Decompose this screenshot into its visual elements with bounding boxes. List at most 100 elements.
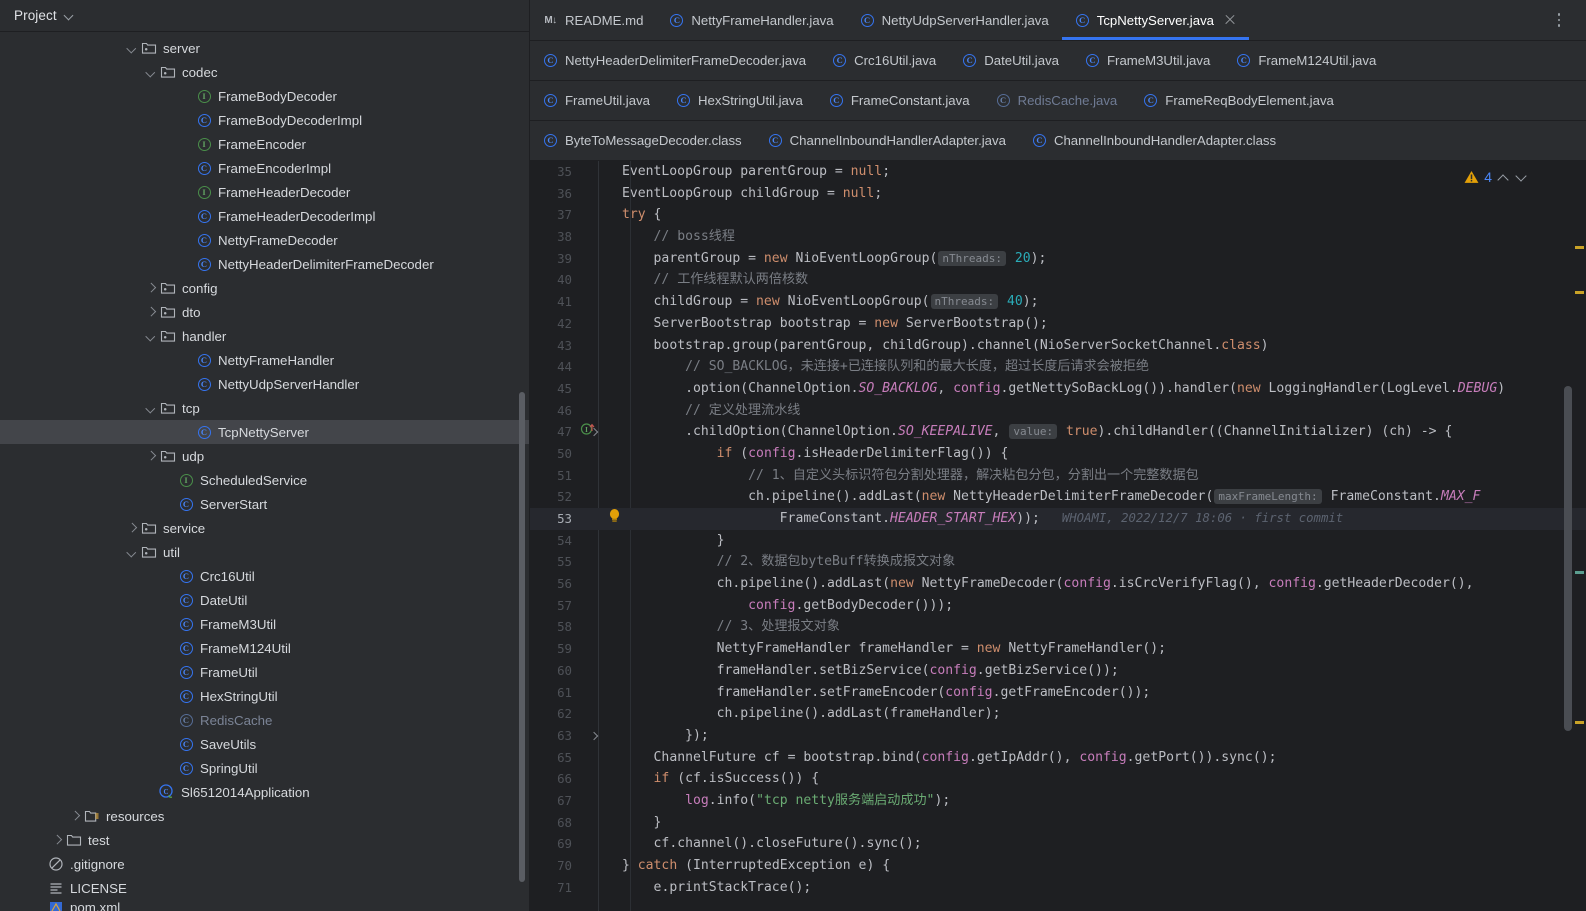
code-editor[interactable]: 35 EventLoopGroup parentGroup = null; 36 Ev… (530, 161, 1586, 911)
code-line[interactable]: 71 e.printStackTrace(); (530, 877, 1586, 899)
editor-tab-hexstringutil-java[interactable]: C HexStringUtil.java (663, 81, 816, 121)
tree-node-handler[interactable]: handler (0, 324, 530, 348)
tree-node-config[interactable]: config (0, 276, 530, 300)
editor-tab-nettyframehandler-java[interactable]: C NettyFrameHandler.java (656, 0, 846, 40)
chevron-down-icon[interactable] (144, 329, 158, 343)
code-line[interactable]: 63 }); (530, 725, 1586, 747)
chevron-down-icon[interactable] (144, 401, 158, 415)
code-line[interactable]: 45 .option(ChannelOption.SO_BACKLOG, con… (530, 378, 1586, 400)
chevron-right-icon[interactable] (50, 833, 64, 847)
tree-node-framebodydecoderimpl[interactable]: C FrameBodyDecoderImpl (0, 108, 530, 132)
chevron-right-icon[interactable] (144, 449, 158, 463)
close-icon[interactable] (1224, 14, 1236, 26)
tree-node-springutil[interactable]: C SpringUtil (0, 756, 530, 780)
tree-node-frameheaderdecoder[interactable]: I FrameHeaderDecoder (0, 180, 530, 204)
tree-node-scheduledservice[interactable]: I ScheduledService (0, 468, 530, 492)
code-line[interactable]: 69 cf.channel().closeFuture().sync(); (530, 833, 1586, 855)
tree-node-frameencoder[interactable]: I FrameEncoder (0, 132, 530, 156)
editor-tab-framem124util-java[interactable]: C FrameM124Util.java (1223, 41, 1389, 81)
tree-node--gitignore[interactable]: .gitignore (0, 852, 530, 876)
code-line[interactable]: 67 log.info("tcp netty服务端启动成功"); (530, 790, 1586, 812)
code-line[interactable]: 70} catch (InterruptedException e) { (530, 855, 1586, 877)
tree-node-dateutil[interactable]: C DateUtil (0, 588, 530, 612)
code-line[interactable]: 35 EventLoopGroup parentGroup = null; (530, 161, 1586, 183)
chevron-down-icon[interactable] (125, 545, 139, 559)
tree-node-tcp[interactable]: tcp (0, 396, 530, 420)
code-line[interactable]: 53 FrameConstant.HEADER_START_HEX)); WHOA… (530, 508, 1586, 530)
editor-vertical-scrollbar[interactable] (1564, 386, 1572, 731)
tree-node-codec[interactable]: codec (0, 60, 530, 84)
tree-node-sl6512014application[interactable]: C Sl6512014Application (0, 780, 530, 804)
inspection-widget[interactable]: 4 (1464, 169, 1528, 185)
tree-node-nettyudpserverhandler[interactable]: C NettyUdpServerHandler (0, 372, 530, 396)
tree-node-saveutils[interactable]: C SaveUtils (0, 732, 530, 756)
code-line[interactable]: 52 ch.pipeline().addLast(new NettyHeader… (530, 486, 1586, 508)
editor-tab-crc16util-java[interactable]: C Crc16Util.java (819, 41, 949, 81)
fold-chevron-icon[interactable] (588, 725, 600, 747)
tree-node-frameencoderimpl[interactable]: C FrameEncoderImpl (0, 156, 530, 180)
editor-tab-nettyheaderdelimiterframedecoder-java[interactable]: C NettyHeaderDelimiterFrameDecoder.java (530, 41, 819, 81)
code-lines[interactable]: 35 EventLoopGroup parentGroup = null; 36 Ev… (530, 161, 1586, 898)
project-tree[interactable]: server codec I FrameBodyDecoder C FrameBodyDe… (0, 32, 530, 911)
code-line[interactable]: 61 frameHandler.setFrameEncoder(config.g… (530, 682, 1586, 704)
code-line[interactable]: 68 } (530, 812, 1586, 834)
code-line[interactable]: 41 childGroup = new NioEventLoopGroup(nT… (530, 291, 1586, 313)
editor-tab-readme-md[interactable]: M↓ README.md (530, 0, 656, 40)
editor-tab-bytetomessagedecoder-class[interactable]: C ByteToMessageDecoder.class (530, 121, 755, 161)
code-line[interactable]: 38 // boss线程 (530, 226, 1586, 248)
tree-node-framebodydecoder[interactable]: I FrameBodyDecoder (0, 84, 530, 108)
code-line[interactable]: 37 try { (530, 204, 1586, 226)
more-vertical-icon[interactable] (1550, 10, 1568, 30)
chevron-down-icon[interactable] (1515, 171, 1528, 184)
code-line[interactable]: 39 parentGroup = new NioEventLoopGroup(n… (530, 248, 1586, 270)
chevron-right-icon[interactable] (144, 305, 158, 319)
chevron-down-icon[interactable] (64, 11, 74, 21)
tree-node-dto[interactable]: dto (0, 300, 530, 324)
intention-bulb-icon[interactable] (608, 508, 621, 531)
code-line[interactable]: 60 frameHandler.setBizService(config.get… (530, 660, 1586, 682)
code-line[interactable]: 57 config.getBodyDecoder())); (530, 595, 1586, 617)
tree-node-nettyframehandler[interactable]: C NettyFrameHandler (0, 348, 530, 372)
error-stripe[interactable] (1573, 161, 1586, 911)
code-line[interactable]: 62 ch.pipeline().addLast(frameHandler); (530, 703, 1586, 725)
stripe-marker[interactable] (1575, 246, 1584, 249)
tree-node-tcpnettyserver[interactable]: C TcpNettyServer (0, 420, 530, 444)
tree-node-serverstart[interactable]: C ServerStart (0, 492, 530, 516)
editor-tab-framereqbodyelement-java[interactable]: C FrameReqBodyElement.java (1130, 81, 1347, 121)
tree-node-crc16util[interactable]: C Crc16Util (0, 564, 530, 588)
chevron-right-icon[interactable] (125, 521, 139, 535)
editor-tab-channelinboundhandleradapter-class[interactable]: C ChannelInboundHandlerAdapter.class (1019, 121, 1289, 161)
tree-node-service[interactable]: service (0, 516, 530, 540)
code-line[interactable]: 56 ch.pipeline().addLast(new NettyFrameD… (530, 573, 1586, 595)
code-line[interactable]: 36 EventLoopGroup childGroup = null; (530, 183, 1586, 205)
tree-node-nettyheaderdelimiterframedecoder[interactable]: C NettyHeaderDelimiterFrameDecoder (0, 252, 530, 276)
tree-node-license[interactable]: LICENSE (0, 876, 530, 900)
code-line[interactable]: 58 // 3、处理报文对象 (530, 616, 1586, 638)
tree-node-frameutil[interactable]: C FrameUtil (0, 660, 530, 684)
tree-node-nettyframedecoder[interactable]: C NettyFrameDecoder (0, 228, 530, 252)
chevron-down-icon[interactable] (144, 65, 158, 79)
tree-node-test[interactable]: test (0, 828, 530, 852)
chevron-down-icon[interactable] (125, 41, 139, 55)
stripe-marker[interactable] (1575, 721, 1584, 724)
editor-tab-channelinboundhandleradapter-java[interactable]: C ChannelInboundHandlerAdapter.java (755, 121, 1019, 161)
project-tool-window-header[interactable]: Project (0, 0, 530, 32)
editor-tab-frameutil-java[interactable]: C FrameUtil.java (530, 81, 663, 121)
editor-tab-rediscache-java[interactable]: C RedisCache.java (983, 81, 1131, 121)
tree-node-framem124util[interactable]: C FrameM124Util (0, 636, 530, 660)
chevron-right-icon[interactable] (68, 809, 82, 823)
code-line[interactable]: 50 if (config.isHeaderDelimiterFlag()) { (530, 443, 1586, 465)
editor-tab-dateutil-java[interactable]: C DateUtil.java (949, 41, 1072, 81)
stripe-marker[interactable] (1575, 291, 1584, 294)
code-line[interactable]: 44 // SO_BACKLOG，未连接+已连接队列和的最大长度，超过长度后请求… (530, 356, 1586, 378)
code-line[interactable]: 47 I .childOption(ChannelOption.SO_KEEPAL… (530, 421, 1586, 443)
tree-node-frameheaderdecoderimpl[interactable]: C FrameHeaderDecoderImpl (0, 204, 530, 228)
tree-node-pom-xml[interactable]: pom.xml (0, 900, 530, 911)
tree-node-util[interactable]: util (0, 540, 530, 564)
tree-node-rediscache[interactable]: C RedisCache (0, 708, 530, 732)
code-line[interactable]: 46 // 定义处理流水线 (530, 400, 1586, 422)
fold-chevron-icon[interactable] (588, 421, 600, 443)
chevron-up-icon[interactable] (1497, 171, 1510, 184)
tree-node-hexstringutil[interactable]: C HexStringUtil (0, 684, 530, 708)
editor-tab-frameconstant-java[interactable]: C FrameConstant.java (816, 81, 983, 121)
